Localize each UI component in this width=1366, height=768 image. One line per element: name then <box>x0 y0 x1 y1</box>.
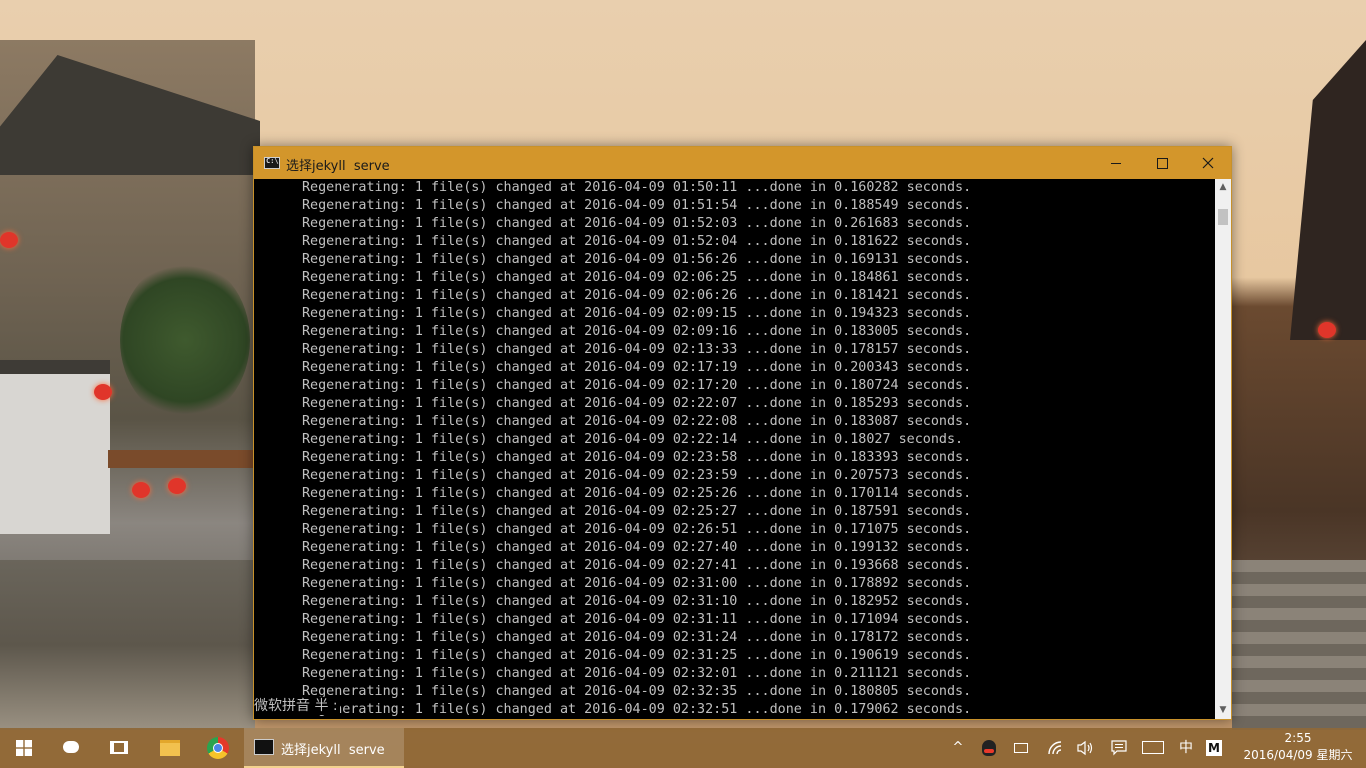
console-line: Regenerating: 1 file(s) changed at 2016-… <box>302 522 972 537</box>
console-output[interactable]: Regenerating: 1 file(s) changed at 2016-… <box>254 179 1216 719</box>
cortana-icon <box>63 741 79 753</box>
battery-icon <box>1014 743 1028 753</box>
wallpaper-lantern <box>0 232 18 248</box>
console-line: Regenerating: 1 file(s) changed at 2016-… <box>302 198 972 213</box>
input-language-button[interactable]: 中 <box>1174 728 1198 768</box>
console-line: Regenerating: 1 file(s) changed at 2016-… <box>302 558 972 573</box>
wallpaper-lantern <box>1318 322 1336 338</box>
ime-composition-indicator: 微软拼音 半 : <box>254 697 340 715</box>
console-line: Regenerating: 1 file(s) changed at 2016-… <box>302 630 972 645</box>
console-line: Regenerating: 1 file(s) changed at 2016-… <box>302 540 972 555</box>
battery-button[interactable] <box>1008 728 1036 768</box>
vertical-scrollbar[interactable]: ▲ ▼ <box>1215 179 1231 719</box>
taskbar: 选择jekyll serve ^ 中 M 2:55 2016/04/09 星期六 <box>0 728 1366 768</box>
console-line: Regenerating: 1 file(s) changed at 2016-… <box>302 414 972 429</box>
scroll-up-arrow-icon[interactable]: ▲ <box>1215 179 1231 196</box>
close-button[interactable] <box>1185 147 1231 179</box>
console-line: Regenerating: 1 file(s) changed at 2016-… <box>302 396 972 411</box>
folder-icon <box>160 740 180 756</box>
ime-mode-button[interactable]: M <box>1202 728 1226 768</box>
console-app-icon[interactable] <box>264 157 280 169</box>
close-icon <box>1202 157 1214 169</box>
console-line: Regenerating: 1 file(s) changed at 2016-… <box>302 450 972 465</box>
wallpaper-tree <box>120 260 250 420</box>
maximize-button[interactable] <box>1139 147 1185 179</box>
console-line: Regenerating: 1 file(s) changed at 2016-… <box>302 468 972 483</box>
keyboard-icon <box>1142 741 1164 754</box>
console-line: Regenerating: 1 file(s) changed at 2016-… <box>302 702 972 717</box>
console-line: Regenerating: 1 file(s) changed at 2016-… <box>302 342 972 357</box>
touch-keyboard-button[interactable] <box>1138 728 1168 768</box>
console-line: Regenerating: 1 file(s) changed at 2016-… <box>302 324 972 339</box>
wallpaper-lantern <box>94 384 112 400</box>
console-line: Regenerating: 1 file(s) changed at 2016-… <box>302 612 972 627</box>
clock-date: 2016/04/09 星期六 <box>1243 748 1353 762</box>
windows-logo-icon <box>16 740 32 756</box>
wifi-icon <box>1048 741 1062 755</box>
show-hidden-icons-button[interactable]: ^ <box>946 728 970 768</box>
console-line: Regenerating: 1 file(s) changed at 2016-… <box>302 432 964 447</box>
chrome-icon <box>207 737 229 759</box>
console-line: Regenerating: 1 file(s) changed at 2016-… <box>302 288 972 303</box>
cortana-button[interactable] <box>48 728 96 768</box>
console-window[interactable]: 选择jekyll serve Regenerating: 1 file(s) c… <box>253 146 1232 720</box>
task-view-button[interactable] <box>96 728 144 768</box>
wallpaper-steps-right <box>1232 560 1366 730</box>
wallpaper-water <box>0 560 255 730</box>
console-line: Regenerating: 1 file(s) changed at 2016-… <box>302 486 972 501</box>
console-line: Regenerating: 1 file(s) changed at 2016-… <box>302 648 972 663</box>
window-title: 选择jekyll serve <box>286 159 390 174</box>
console-line: Regenerating: 1 file(s) changed at 2016-… <box>302 252 972 267</box>
scrollbar-thumb[interactable] <box>1218 209 1228 225</box>
console-line: Regenerating: 1 file(s) changed at 2016-… <box>302 270 972 285</box>
console-app-icon <box>254 739 274 755</box>
wallpaper-house-left <box>0 360 110 534</box>
console-line: Regenerating: 1 file(s) changed at 2016-… <box>302 594 972 609</box>
wallpaper-lantern <box>132 482 150 498</box>
title-bar[interactable]: 选择jekyll serve <box>254 147 1231 179</box>
console-line: Regenerating: 1 file(s) changed at 2016-… <box>302 216 972 231</box>
qq-penguin-icon <box>982 740 996 756</box>
console-line: Regenerating: 1 file(s) changed at 2016-… <box>302 234 972 249</box>
network-button[interactable] <box>1042 728 1070 768</box>
ime-mode-icon: M <box>1206 740 1222 756</box>
taskbar-window-label: 选择jekyll serve <box>281 743 385 758</box>
console-line: Regenerating: 1 file(s) changed at 2016-… <box>302 360 972 375</box>
chrome-button[interactable] <box>194 728 242 768</box>
system-clock[interactable]: 2:55 2016/04/09 星期六 <box>1238 730 1358 764</box>
scroll-down-arrow-icon[interactable]: ▼ <box>1215 702 1231 719</box>
qq-tray-button[interactable] <box>976 728 1002 768</box>
console-line: Regenerating: 1 file(s) changed at 2016-… <box>302 306 972 321</box>
console-line: Regenerating: 1 file(s) changed at 2016-… <box>302 684 972 699</box>
notification-icon <box>1111 740 1127 756</box>
minimize-button[interactable] <box>1093 147 1139 179</box>
wallpaper-lantern <box>168 478 186 494</box>
console-line: Regenerating: 1 file(s) changed at 2016-… <box>302 666 972 681</box>
console-line: Regenerating: 1 file(s) changed at 2016-… <box>302 378 972 393</box>
volume-button[interactable] <box>1072 728 1100 768</box>
wallpaper-boat <box>108 450 253 468</box>
console-line: Regenerating: 1 file(s) changed at 2016-… <box>302 576 972 591</box>
speaker-icon <box>1077 740 1093 756</box>
console-line: Regenerating: 1 file(s) changed at 2016-… <box>302 180 972 195</box>
taskbar-console-window[interactable]: 选择jekyll serve <box>244 728 404 768</box>
console-line: Regenerating: 1 file(s) changed at 2016-… <box>302 504 972 519</box>
file-explorer-button[interactable] <box>146 728 194 768</box>
task-view-icon <box>110 741 128 754</box>
start-button[interactable] <box>0 728 48 768</box>
action-center-button[interactable] <box>1106 728 1132 768</box>
clock-time: 2:55 <box>1284 731 1312 745</box>
